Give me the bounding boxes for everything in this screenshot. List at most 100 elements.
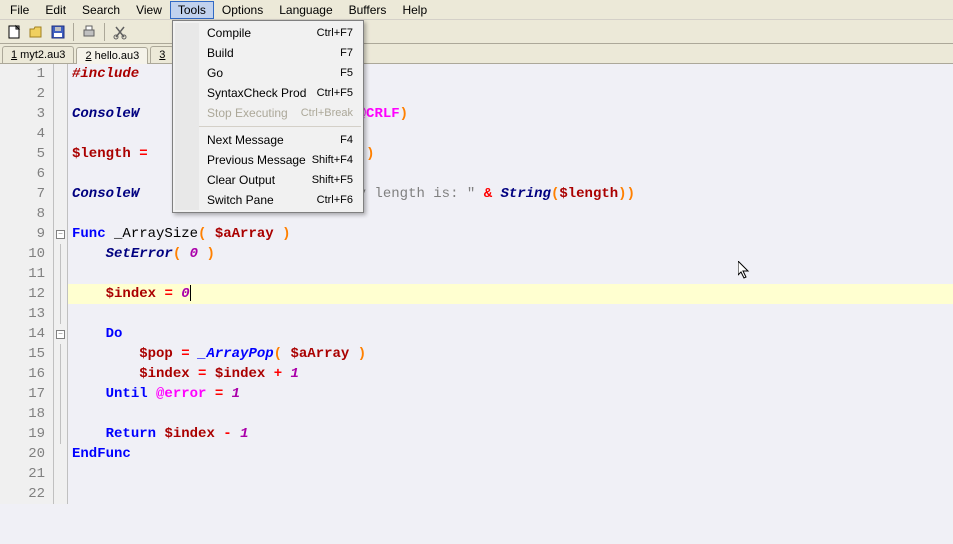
code-area[interactable]: 1#include23ConsoleW @CRLF)45$length = )6… <box>0 64 953 544</box>
line-number: 22 <box>0 484 54 504</box>
fold-gutter <box>54 484 68 504</box>
code-text[interactable]: Return $index - 1 <box>68 424 248 444</box>
menubar-item-options[interactable]: Options <box>214 1 271 19</box>
line-number: 10 <box>0 244 54 264</box>
code-text[interactable] <box>68 464 72 484</box>
print-button[interactable] <box>79 22 99 42</box>
menubar: FileEditSearchViewToolsOptionsLanguageBu… <box>0 0 953 20</box>
menu-item-clear-output[interactable]: Clear OutputShift+F5 <box>199 170 361 190</box>
cut-button[interactable] <box>110 22 130 42</box>
code-line[interactable]: 13 <box>0 304 953 324</box>
code-text[interactable]: Do <box>68 324 122 344</box>
code-line[interactable]: 20 EndFunc <box>0 444 953 464</box>
code-line[interactable]: 17 Until @error = 1 <box>0 384 953 404</box>
menubar-item-help[interactable]: Help <box>394 1 435 19</box>
tab-bar: 1 myt2.au32 hello.au33 <box>0 44 953 64</box>
line-number: 5 <box>0 144 54 164</box>
fold-toggle-icon[interactable]: − <box>56 330 65 339</box>
code-line[interactable]: 1#include <box>0 64 953 84</box>
code-line[interactable]: 14− Do <box>0 324 953 344</box>
menubar-item-tools[interactable]: Tools <box>170 1 214 19</box>
code-line[interactable]: 11 <box>0 264 953 284</box>
code-text[interactable] <box>68 484 72 504</box>
code-line[interactable]: 5$length = ) <box>0 144 953 164</box>
code-text[interactable]: SetError( 0 ) <box>68 244 215 264</box>
code-text[interactable]: EndFunc <box>68 444 131 464</box>
code-text[interactable] <box>68 204 72 224</box>
menu-item-next-message[interactable]: Next MessageF4 <box>199 130 361 150</box>
fold-line-icon <box>60 344 61 364</box>
fold-gutter <box>54 124 68 144</box>
code-text[interactable]: $index = $index + 1 <box>68 364 299 384</box>
menubar-item-buffers[interactable]: Buffers <box>341 1 395 19</box>
toolbar-separator <box>104 23 105 41</box>
code-text[interactable] <box>68 304 72 324</box>
save-button[interactable] <box>48 22 68 42</box>
code-line[interactable]: 6 <box>0 164 953 184</box>
fold-gutter <box>54 184 68 204</box>
fold-line-icon <box>60 404 61 424</box>
code-text[interactable]: $index = 0 <box>68 284 191 304</box>
code-line[interactable]: 16 $index = $index + 1 <box>0 364 953 384</box>
menubar-item-edit[interactable]: Edit <box>37 1 74 19</box>
open-file-button[interactable] <box>26 22 46 42</box>
code-line[interactable]: 18 <box>0 404 953 424</box>
fold-gutter <box>54 144 68 164</box>
fold-gutter <box>54 204 68 224</box>
code-line[interactable]: 12 $index = 0 <box>0 284 953 304</box>
code-text[interactable] <box>68 124 72 144</box>
code-text[interactable] <box>68 264 72 284</box>
code-line[interactable]: 8 <box>0 204 953 224</box>
fold-gutter <box>54 104 68 124</box>
code-text[interactable] <box>68 164 72 184</box>
menu-item-go[interactable]: GoF5 <box>199 63 361 83</box>
menu-item-previous-message[interactable]: Previous MessageShift+F4 <box>199 150 361 170</box>
menubar-item-search[interactable]: Search <box>74 1 128 19</box>
line-number: 15 <box>0 344 54 364</box>
new-file-button[interactable] <box>4 22 24 42</box>
fold-gutter <box>54 84 68 104</box>
code-line[interactable]: 2 <box>0 84 953 104</box>
menubar-item-language[interactable]: Language <box>271 1 340 19</box>
code-line[interactable]: 15 $pop = _ArrayPop( $aArray ) <box>0 344 953 364</box>
code-line[interactable]: 10 SetError( 0 ) <box>0 244 953 264</box>
code-line[interactable]: 4 <box>0 124 953 144</box>
line-number: 11 <box>0 264 54 284</box>
line-number: 3 <box>0 104 54 124</box>
menubar-item-view[interactable]: View <box>128 1 170 19</box>
code-text[interactable] <box>68 404 72 424</box>
code-text[interactable]: $pop = _ArrayPop( $aArray ) <box>68 344 366 364</box>
line-number: 20 <box>0 444 54 464</box>
code-text[interactable] <box>68 84 72 104</box>
line-number: 19 <box>0 424 54 444</box>
fold-gutter <box>54 344 68 364</box>
code-line[interactable]: 19 Return $index - 1 <box>0 424 953 444</box>
code-text[interactable]: Until @error = 1 <box>68 384 240 404</box>
menubar-item-file[interactable]: File <box>2 1 37 19</box>
menu-item-switch-pane[interactable]: Switch PaneCtrl+F6 <box>199 190 361 210</box>
tab-myt2.au3[interactable]: 1 myt2.au3 <box>2 46 74 63</box>
fold-line-icon <box>60 424 61 444</box>
code-line[interactable]: 22 <box>0 484 953 504</box>
fold-line-icon <box>60 304 61 324</box>
tab-hello.au3[interactable]: 2 hello.au3 <box>76 47 148 64</box>
code-text[interactable]: Func _ArraySize( $aArray ) <box>68 224 290 244</box>
toolbar <box>0 20 953 44</box>
code-editor[interactable]: 1#include23ConsoleW @CRLF)45$length = )6… <box>0 64 953 544</box>
line-number: 9 <box>0 224 54 244</box>
code-text[interactable]: #include <box>68 64 139 84</box>
menu-item-build[interactable]: BuildF7 <box>199 43 361 63</box>
tab-2[interactable]: 3 <box>150 46 174 63</box>
fold-gutter <box>54 64 68 84</box>
toolbar-separator <box>73 23 74 41</box>
menu-item-compile[interactable]: CompileCtrl+F7 <box>199 23 361 43</box>
line-number: 6 <box>0 164 54 184</box>
code-line[interactable]: 3ConsoleW @CRLF) <box>0 104 953 124</box>
fold-gutter: − <box>54 224 68 244</box>
code-line[interactable]: 21 <box>0 464 953 484</box>
code-line[interactable]: 9−Func _ArraySize( $aArray ) <box>0 224 953 244</box>
code-line[interactable]: 7ConsoleW ay length is: " & String($leng… <box>0 184 953 204</box>
fold-toggle-icon[interactable]: − <box>56 230 65 239</box>
menu-item-syntaxcheck-prod[interactable]: SyntaxCheck ProdCtrl+F5 <box>199 83 361 103</box>
line-number: 17 <box>0 384 54 404</box>
